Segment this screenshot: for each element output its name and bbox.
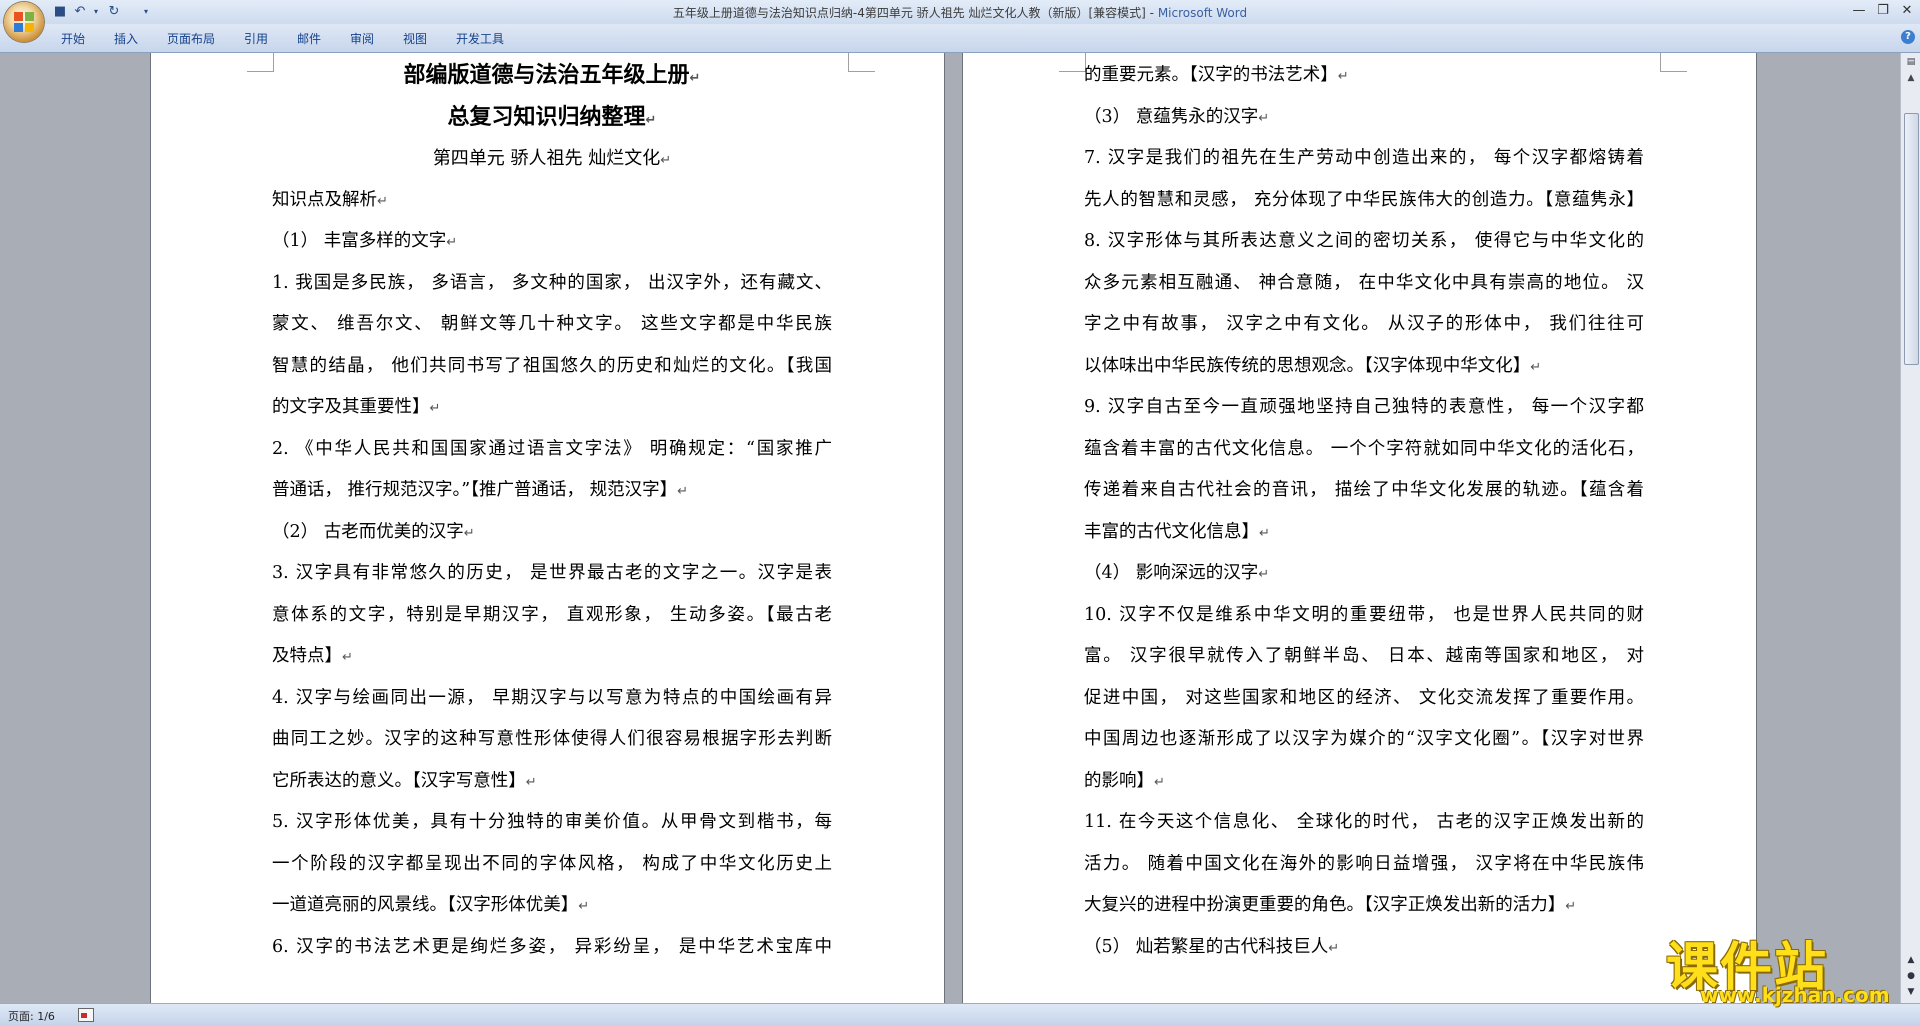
paragraph-line: 促进中国， 对这些国家和地区的经济、 文化交流发挥了重要作用。 — [1084, 687, 1644, 708]
document-title: 部编版道德与法治五年级上册↵ — [403, 62, 701, 88]
scroll-thumb[interactable] — [1904, 113, 1919, 365]
title-bar: ■ ↶ ▾ ↻ ▾ 五年级上册道德与法治知识点归纳-4第四单元 骄人祖先 灿烂文… — [0, 0, 1920, 42]
paragraph-line: 2. 《中华人民共和国国家通过语言文字法》 明确规定：“国家推广 — [272, 438, 832, 459]
section-heading: （4） 影响深远的汉字↵ — [1084, 563, 1270, 583]
paragraph-line: 8. 汉字形体与其所表达意义之间的密切关系， 使得它与中华文化的 — [1084, 231, 1644, 251]
paragraph-line: 传递着来自古代社会的音讯， 描绘了中华文化发展的轨迹。【蕴含着 — [1084, 480, 1644, 500]
paragraph-line: 活力。 随着中国文化在海外的影响日益增强， 汉字将在中华民族伟 — [1084, 853, 1644, 874]
crop-mark — [1059, 53, 1086, 72]
paragraph-line: 3. 汉字具有非常悠久的历史， 是世界最古老的文字之一。汉字是表 — [272, 563, 832, 583]
crop-mark — [247, 53, 274, 72]
page-number-status[interactable]: 页面: 1/6 — [8, 1008, 55, 1024]
paragraph-line: 意体系的文字，特别是早期汉字， 直观形象， 生动多姿。【最古老 — [272, 604, 832, 625]
paragraph-line: 一道道亮丽的风景线。【汉字形体优美】↵ — [272, 895, 590, 915]
crop-mark — [848, 53, 875, 72]
document-subtitle: 总复习知识归纳整理↵ — [447, 103, 657, 130]
paragraph-line: 的文字及其重要性】↵ — [272, 397, 441, 417]
paragraph-line: 9. 汉字自古至今一直顽强地坚持自己独特的表意性， 每一个汉字都 — [1084, 397, 1644, 417]
tab-home[interactable]: 开始 — [61, 30, 85, 47]
paragraph-line: 众多元素相互融通、 神合意随， 在中华文化中具有崇高的地位。 汉 — [1084, 272, 1644, 293]
paragraph-line: 智慧的结晶， 他们共同书写了祖国悠久的历史和灿烂的文化。【我国 — [272, 355, 832, 376]
unit-heading: 第四单元 骄人祖先 灿烂文化↵ — [432, 148, 672, 169]
window-title: 五年级上册道德与法治知识点归纳-4第四单元 骄人祖先 灿烂文化人教（新版）[兼容… — [672, 6, 1248, 20]
paragraph-line: 知识点及解析↵ — [272, 189, 388, 210]
app-name: Microsoft Word — [1157, 6, 1248, 20]
paragraph-line: 字之中有故事， 汉字之中有文化。 从汉子的形体中， 我们往往可 — [1084, 314, 1644, 334]
minimize-icon[interactable]: — — [1848, 2, 1870, 20]
paragraph-line: 富。 汉字很早就传入了朝鲜半岛、 日本、越南等国家和地区， 对 — [1084, 646, 1644, 666]
page-2-text: 的重要元素。【汉字的书法艺术】↵ （3） 意蕴隽永的汉字↵ 7. 汉字是我们的祖… — [1084, 55, 1644, 968]
tab-insert[interactable]: 插入 — [114, 30, 138, 47]
paragraph-line: 一个阶段的汉字都呈现出不同的字体风格， 构成了中华文化历史上 — [272, 853, 832, 874]
crop-mark — [1660, 53, 1687, 72]
browse-object-icon[interactable]: ● — [1904, 969, 1918, 983]
section-heading: （2） 古老而优美的汉字↵ — [272, 521, 475, 542]
paragraph-line: 中国周边也逐渐形成了以汉字为媒介的“汉字文化圈”。【汉字对世界 — [1084, 729, 1644, 749]
paragraph-line: 4. 汉字与绘画同出一源， 早期汉字与以写意为特点的中国绘画有异 — [272, 687, 832, 708]
paragraph-line: 丰富的古代文化信息】↵ — [1084, 521, 1270, 542]
document-page-1[interactable]: 部编版道德与法治五年级上册↵ 总复习知识归纳整理↵ 第四单元 骄人祖先 灿烂文化… — [151, 53, 944, 1003]
paragraph-line: 曲同工之妙。汉字的这种写意性形体使得人们很容易根据字形去判断 — [272, 729, 832, 749]
paragraph-line: 7. 汉字是我们的祖先在生产劳动中创造出来的， 每个汉字都熔铸着 — [1084, 148, 1644, 168]
paragraph-line: 5. 汉字形体优美，具有十分独特的审美价值。从甲骨文到楷书，每 — [272, 812, 832, 832]
next-page-icon[interactable]: ▼ — [1904, 985, 1918, 999]
macro-record-icon[interactable] — [78, 1008, 94, 1022]
paragraph-line: 10. 汉字不仅是维系中华文明的重要纽带， 也是世界人民共同的财 — [1084, 604, 1644, 625]
close-icon[interactable]: ✕ — [1896, 2, 1918, 20]
ruler-toggle-icon[interactable]: ▤ — [1904, 55, 1918, 69]
status-bar: 页面: 1/6 — [0, 1003, 1920, 1026]
tab-page-layout[interactable]: 页面布局 — [167, 30, 215, 47]
paragraph-line: 1. 我国是多民族， 多语言， 多文种的国家， 出汉字外，还有藏文、 — [272, 272, 832, 293]
tab-mailings[interactable]: 邮件 — [297, 30, 321, 47]
help-icon[interactable]: ? — [1901, 30, 1915, 44]
section-heading: （1） 丰富多样的文字↵ — [272, 231, 458, 251]
section-heading: （5） 灿若繁星的古代科技巨人↵ — [1084, 936, 1340, 957]
tab-view[interactable]: 视图 — [403, 30, 427, 47]
document-workspace: 部编版道德与法治五年级上册↵ 总复习知识归纳整理↵ 第四单元 骄人祖先 灿烂文化… — [0, 53, 1900, 1003]
paragraph-line: 普通话， 推行规范汉字。”【推广普通话， 规范汉字】↵ — [272, 480, 688, 500]
paragraph-line: 蒙文、 维吾尔文、 朝鲜文等几十种文字。 这些文字都是中华民族 — [272, 314, 832, 334]
scroll-up-icon[interactable]: ▲ — [1903, 71, 1919, 85]
paragraph-line: 的影响】↵ — [1084, 770, 1165, 791]
previous-page-icon[interactable]: ▲ — [1904, 953, 1918, 967]
page-1-text: 部编版道德与法治五年级上册↵ 总复习知识归纳整理↵ 第四单元 骄人祖先 灿烂文化… — [272, 55, 832, 968]
site-watermark: 课件站 www.kjzhan.com — [1666, 925, 1906, 1007]
tab-review[interactable]: 审阅 — [350, 30, 374, 47]
ribbon-tabs: 开始 插入 页面布局 引用 邮件 审阅 视图 开发工具 ? — [0, 24, 1920, 53]
paragraph-line: 先人的智慧和灵感， 充分体现了中华民族伟大的创造力。【意蕴隽永】 — [1084, 189, 1644, 210]
paragraph-line: 及特点】↵ — [272, 646, 353, 666]
paragraph-line: 6. 汉字的书法艺术更是绚烂多姿， 异彩纷呈， 是中华艺术宝库中 — [272, 936, 832, 957]
office-button[interactable] — [4, 2, 44, 42]
paragraph-line: 以体味出中华民族传统的思想观念。【汉字体现中华文化】↵ — [1084, 355, 1542, 376]
document-name: 五年级上册道德与法治知识点归纳-4第四单元 骄人祖先 灿烂文化人教（新版）[兼容… — [672, 6, 1146, 20]
tab-developer[interactable]: 开发工具 — [456, 30, 504, 47]
section-heading: （3） 意蕴隽永的汉字↵ — [1084, 106, 1270, 127]
restore-icon[interactable]: ❐ — [1872, 2, 1894, 20]
tab-references[interactable]: 引用 — [244, 30, 268, 47]
paragraph-line: 大复兴的进程中扮演更重要的角色。【汉字正焕发出新的活力】↵ — [1084, 895, 1577, 915]
document-page-2[interactable]: 的重要元素。【汉字的书法艺术】↵ （3） 意蕴隽永的汉字↵ 7. 汉字是我们的祖… — [963, 53, 1756, 1003]
paragraph-line: 11. 在今天这个信息化、 全球化的时代， 古老的汉字正焕发出新的 — [1084, 812, 1644, 832]
watermark-url: www.kjzhan.com — [1700, 983, 1890, 1007]
paragraph-line: 蕴含着丰富的古代文化信息。 一个个字符就如同中华文化的活化石， — [1084, 438, 1644, 459]
paragraph-line: 它所表达的意义。【汉字写意性】↵ — [272, 770, 537, 791]
paragraph-line: 的重要元素。【汉字的书法艺术】↵ — [1084, 65, 1349, 85]
office-logo-icon — [14, 12, 34, 32]
vertical-scrollbar[interactable]: ▤ ▲ ▲ ● ▼ — [1900, 53, 1920, 1003]
